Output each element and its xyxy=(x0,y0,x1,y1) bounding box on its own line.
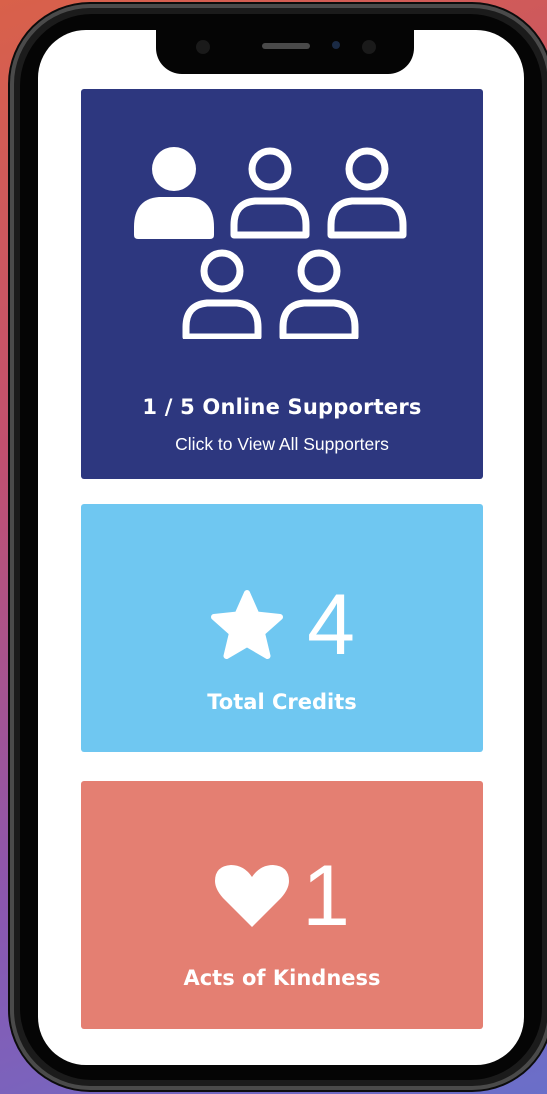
kindness-label: Acts of Kindness xyxy=(183,966,381,990)
online-supporters-count: 1 / 5 Online Supporters xyxy=(142,395,422,419)
phone-screen: 1 / 5 Online Supporters Click to View Al… xyxy=(38,30,524,1065)
credits-stat-row: 4 xyxy=(81,580,483,670)
phone-notch xyxy=(156,30,414,74)
user-outline-icon xyxy=(230,147,310,239)
kindness-stat-row: 1 xyxy=(81,851,483,941)
front-camera xyxy=(332,41,340,49)
supporters-card[interactable]: 1 / 5 Online Supporters Click to View Al… xyxy=(81,89,483,479)
credits-label: Total Credits xyxy=(207,690,357,714)
sensor-dot xyxy=(362,40,376,54)
earpiece-speaker xyxy=(262,43,310,49)
user-outline-icon xyxy=(279,249,359,339)
user-outline-icon xyxy=(182,249,262,339)
view-all-supporters-link[interactable]: Click to View All Supporters xyxy=(81,434,483,455)
heart-icon xyxy=(215,865,290,927)
kindness-value: 1 xyxy=(302,848,350,944)
acts-of-kindness-card[interactable]: 1 Acts of Kindness xyxy=(81,781,483,1029)
total-credits-card[interactable]: 4 Total Credits xyxy=(81,504,483,752)
supporter-icons-group xyxy=(134,147,407,339)
user-outline-icon xyxy=(327,147,407,239)
credits-value: 4 xyxy=(307,577,355,673)
user-filled-icon xyxy=(134,147,214,239)
phone-frame: 1 / 5 Online Supporters Click to View Al… xyxy=(10,4,547,1090)
sensor-dot xyxy=(196,40,210,54)
star-icon xyxy=(211,590,284,659)
